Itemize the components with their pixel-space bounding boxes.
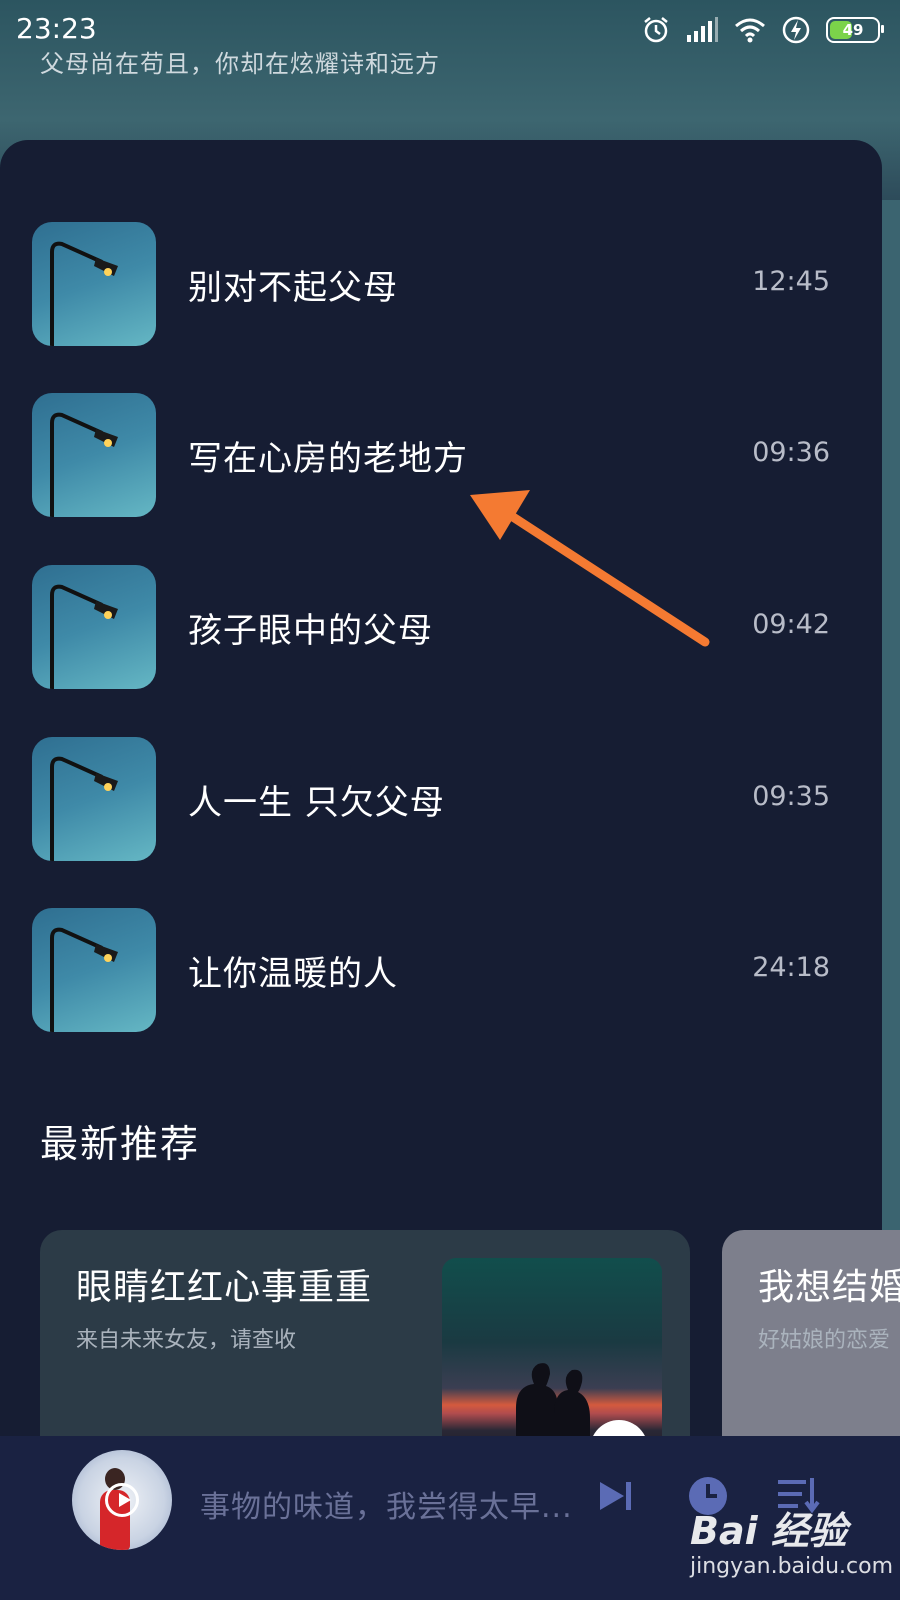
battery-icon: 49 xyxy=(826,17,884,43)
card-subtitle: 好姑娘的恋爱 xyxy=(758,1328,891,1353)
card-title: 眼睛红红心事重重 xyxy=(76,1267,373,1308)
track-duration: 09:35 xyxy=(752,781,830,812)
baidu-jingyan-watermark: Bai 经验 jingyan.baidu.com xyxy=(690,1500,894,1590)
track-item[interactable]: 人一生 只欠父母 09:35 xyxy=(32,737,830,861)
track-title: 别对不起父母 xyxy=(188,268,398,308)
card-cover xyxy=(442,1258,662,1460)
battery-level: 49 xyxy=(842,21,864,39)
track-duration: 09:36 xyxy=(752,437,830,468)
status-icons: 49 xyxy=(642,14,884,46)
card-subtitle: 来自未来女友，请查收 xyxy=(76,1328,297,1353)
track-item[interactable]: 别对不起父母 12:45 xyxy=(32,222,830,346)
track-cover xyxy=(32,737,156,861)
wifi-icon xyxy=(735,18,765,43)
watermark-url: jingyan.baidu.com xyxy=(690,1554,894,1579)
charging-icon xyxy=(782,16,810,44)
track-cover xyxy=(32,222,156,346)
track-cover xyxy=(32,908,156,1032)
track-title: 写在心房的老地方 xyxy=(188,439,468,479)
recommend-card[interactable]: 我想结婚 好姑娘的恋爱 xyxy=(722,1230,900,1460)
track-title: 孩子眼中的父母 xyxy=(188,611,433,651)
track-duration: 12:45 xyxy=(752,266,830,297)
header-subtitle: 父母尚在苟且，你却在炫耀诗和远方 xyxy=(40,50,440,78)
track-item[interactable]: 写在心房的老地方 09:36 xyxy=(32,393,830,517)
track-title: 让你温暖的人 xyxy=(188,954,398,994)
track-cover xyxy=(32,565,156,689)
play-icon[interactable] xyxy=(105,1483,139,1517)
track-cover xyxy=(32,393,156,517)
track-duration: 09:42 xyxy=(752,609,830,640)
track-title: 人一生 只欠父母 xyxy=(188,783,445,823)
signal-icon xyxy=(687,17,718,42)
status-time: 23:23 xyxy=(16,12,97,45)
track-item[interactable]: 孩子眼中的父母 09:42 xyxy=(32,565,830,689)
track-duration: 24:18 xyxy=(752,952,830,983)
next-track-icon[interactable] xyxy=(596,1476,636,1516)
watermark-logo: Bai 经验 xyxy=(690,1509,847,1553)
recommend-card[interactable]: 眼睛红红心事重重 来自未来女友，请查收 xyxy=(40,1230,690,1460)
card-title: 我想结婚 xyxy=(758,1267,900,1308)
now-playing-cover[interactable] xyxy=(72,1450,172,1550)
track-item[interactable]: 让你温暖的人 24:18 xyxy=(32,908,830,1032)
alarm-icon xyxy=(644,17,668,43)
now-playing-text: 事物的味道，我尝得太早... xyxy=(200,1490,573,1525)
section-title-recommend: 最新推荐 xyxy=(40,1122,201,1166)
